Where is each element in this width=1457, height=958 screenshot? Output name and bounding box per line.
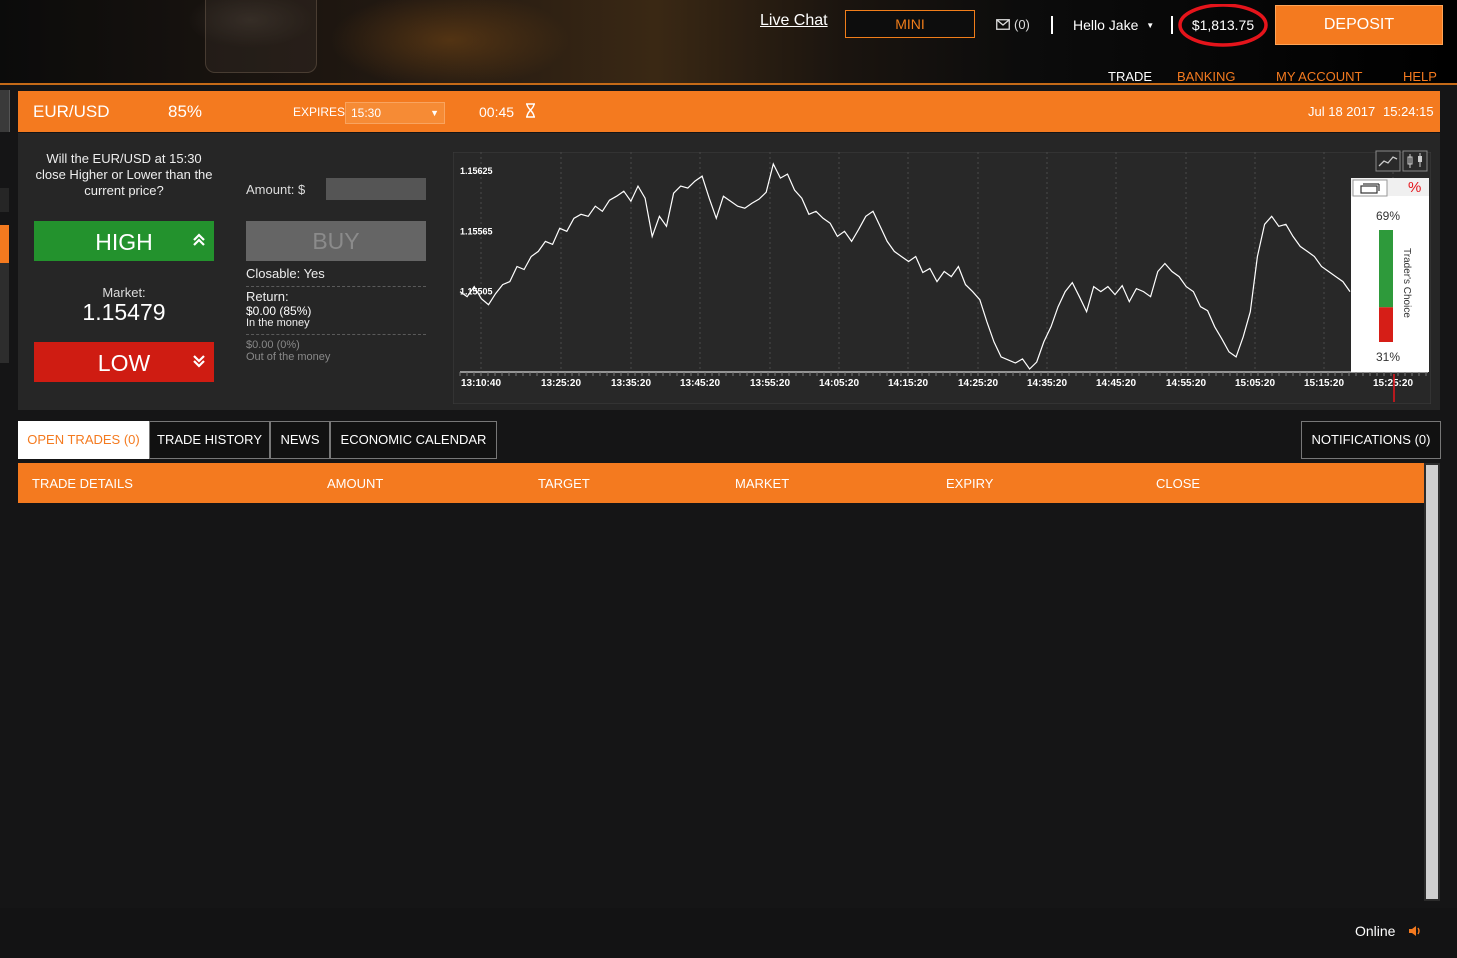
x-tick-label: 15:25:20 bbox=[1373, 378, 1413, 389]
market-price: 1.15479 bbox=[82, 299, 166, 325]
x-tick-label: 14:15:20 bbox=[888, 378, 928, 389]
nav-help[interactable]: HELP bbox=[1403, 69, 1437, 84]
mini-button[interactable]: MINI bbox=[845, 10, 975, 38]
column-close: CLOSE bbox=[1156, 476, 1201, 491]
user-greeting: Hello Jake bbox=[1073, 17, 1139, 33]
double-chevron-down-icon bbox=[193, 355, 205, 368]
nav-banking[interactable]: BANKING bbox=[1177, 69, 1236, 84]
x-tick-label: 13:35:20 bbox=[611, 378, 651, 389]
x-tick-label: 14:55:20 bbox=[1166, 378, 1206, 389]
chart-type-switcher bbox=[1375, 150, 1428, 172]
line-chart-icon[interactable] bbox=[1375, 150, 1401, 172]
low-button[interactable]: LOW bbox=[34, 342, 214, 382]
buy-button[interactable]: BUY bbox=[246, 221, 426, 261]
double-chevron-up-icon bbox=[193, 233, 205, 246]
column-trade-details: TRADE DETAILS bbox=[32, 476, 133, 491]
connection-status: Online bbox=[1355, 923, 1396, 939]
trades-table-body bbox=[18, 503, 1424, 901]
x-tick-label: 13:25:20 bbox=[541, 378, 581, 389]
table-scrollbar-thumb[interactable] bbox=[1426, 465, 1438, 899]
banner-decoration bbox=[205, 0, 317, 73]
user-menu[interactable]: Hello Jake ▼ bbox=[1073, 17, 1154, 33]
low-label: LOW bbox=[97, 350, 151, 376]
panel-toggle-button[interactable] bbox=[1352, 179, 1388, 197]
countdown-timer: 00:45 bbox=[479, 104, 515, 120]
return-label: Return: bbox=[246, 289, 289, 304]
return-out-money-label: Out of the money bbox=[246, 351, 331, 363]
column-expiry: EXPIRY bbox=[946, 476, 994, 491]
notifications-button[interactable]: NOTIFICATIONS (0) bbox=[1301, 421, 1441, 459]
x-tick-label: 15:15:20 bbox=[1304, 378, 1344, 389]
trades-table-header bbox=[18, 463, 1424, 503]
y-tick-label: 1.15625 bbox=[460, 166, 493, 176]
candlestick-chart-icon[interactable] bbox=[1402, 150, 1428, 172]
traders-choice-high-bar bbox=[1379, 230, 1393, 308]
expiry-select[interactable]: 15:30 ▼ bbox=[345, 102, 445, 124]
header-separator bbox=[1171, 16, 1173, 34]
live-chat-link[interactable]: Live Chat bbox=[760, 12, 828, 30]
speaker-icon[interactable] bbox=[1408, 925, 1422, 937]
side-panel-scroll bbox=[0, 263, 9, 363]
trade-question: Will the EUR/USD at 15:30 close Higher o… bbox=[35, 151, 213, 198]
messages-count: (0) bbox=[1014, 17, 1030, 32]
side-panel-tab-active[interactable] bbox=[0, 225, 9, 263]
traders-choice-low-percent: 31% bbox=[1376, 350, 1400, 364]
header-divider bbox=[0, 83, 1457, 85]
tab-economic-calendar[interactable]: ECONOMIC CALENDAR bbox=[330, 421, 497, 459]
amount-label: Amount: $ bbox=[246, 182, 306, 197]
x-tick-label: 15:05:20 bbox=[1235, 378, 1275, 389]
market-label: Market: bbox=[102, 285, 146, 300]
x-tick-label: 14:25:20 bbox=[958, 378, 998, 389]
footer bbox=[0, 908, 1457, 958]
price-chart[interactable]: 13:10:40 13:25:20 13:35:20 13:45:20 13:55:20… bbox=[453, 152, 1431, 404]
expires-label: EXPIRES: bbox=[293, 105, 349, 119]
side-panel-tab[interactable] bbox=[0, 90, 10, 132]
traders-choice-low-bar bbox=[1379, 307, 1393, 342]
asset-name[interactable]: EUR/USD bbox=[33, 102, 110, 122]
traders-choice-high-percent: 69% bbox=[1376, 209, 1400, 223]
expiry-value: 15:30 bbox=[351, 106, 382, 120]
caret-down-icon: ▼ bbox=[1146, 21, 1155, 30]
high-button[interactable]: HIGH bbox=[34, 221, 214, 261]
nav-my-account[interactable]: MY ACCOUNT bbox=[1276, 69, 1362, 84]
return-in-money-label: In the money bbox=[246, 317, 310, 329]
divider bbox=[246, 334, 426, 335]
x-tick-label: 14:35:20 bbox=[1027, 378, 1067, 389]
column-target: TARGET bbox=[538, 476, 590, 491]
column-amount: AMOUNT bbox=[327, 476, 384, 491]
traders-choice-label: Trader's Choice bbox=[1401, 248, 1412, 318]
tab-news[interactable]: NEWS bbox=[270, 421, 330, 459]
return-out-money-value: $0.00 (0%) bbox=[246, 339, 300, 351]
tab-trade-history[interactable]: TRADE HISTORY bbox=[149, 421, 270, 459]
balance-value: $1,813.75 bbox=[1191, 17, 1255, 33]
account-balance: $1,813.75 bbox=[1178, 4, 1268, 48]
dropdown-arrow-icon: ▼ bbox=[430, 108, 439, 118]
percent-icon: % bbox=[1408, 179, 1421, 196]
x-tick-label: 14:05:20 bbox=[819, 378, 859, 389]
column-market: MARKET bbox=[735, 476, 790, 491]
messages-button[interactable]: (0) bbox=[996, 17, 1030, 32]
return-in-money-value: $0.00 (85%) bbox=[246, 304, 312, 318]
high-label: HIGH bbox=[95, 229, 153, 255]
envelope-icon bbox=[996, 19, 1010, 30]
asset-payout: 85% bbox=[168, 102, 203, 121]
nav-trade[interactable]: TRADE bbox=[1108, 69, 1152, 84]
side-panel-tab bbox=[0, 188, 9, 212]
trade-date: Jul 18 2017 bbox=[1308, 104, 1376, 119]
traders-choice-panel: % 69% 31% Trader's Choice bbox=[1351, 178, 1429, 372]
x-tick-label: 14:45:20 bbox=[1096, 378, 1136, 389]
trade-time: 15:24:15 bbox=[1383, 104, 1434, 119]
trade-bar bbox=[18, 91, 1440, 132]
amount-input[interactable] bbox=[326, 178, 426, 200]
header-separator bbox=[1051, 16, 1053, 34]
x-tick-label: 13:45:20 bbox=[680, 378, 720, 389]
tab-open-trades[interactable]: OPEN TRADES (0) bbox=[18, 421, 149, 459]
hourglass-icon bbox=[526, 103, 535, 118]
closable-status: Closable: Yes bbox=[246, 266, 325, 281]
divider bbox=[246, 286, 426, 287]
x-tick-label: 13:10:40 bbox=[461, 378, 501, 389]
y-tick-label: 1.15565 bbox=[460, 226, 493, 236]
deposit-button[interactable]: DEPOSIT bbox=[1275, 5, 1443, 45]
x-tick-label: 13:55:20 bbox=[750, 378, 790, 389]
